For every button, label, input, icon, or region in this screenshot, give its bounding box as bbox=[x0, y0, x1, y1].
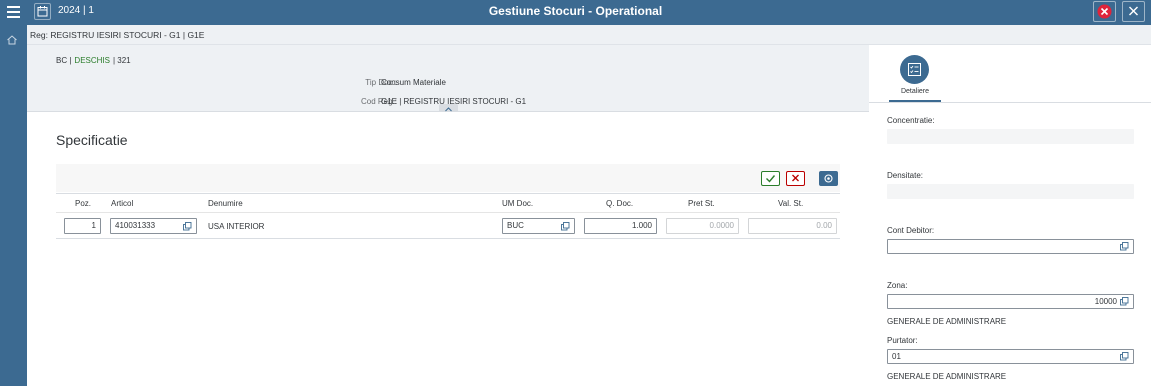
value-help-icon[interactable] bbox=[1120, 242, 1129, 251]
zona-value: 10000 bbox=[1094, 297, 1117, 306]
pret-st-input: 0.0000 bbox=[666, 218, 739, 234]
um-doc-input[interactable]: BUC bbox=[502, 218, 575, 234]
check-icon bbox=[766, 175, 776, 183]
cancel-button[interactable] bbox=[1093, 1, 1116, 22]
cont-debitor-label: Cont Debitor: bbox=[887, 226, 935, 235]
value-help-icon[interactable] bbox=[1120, 352, 1129, 361]
concentratie-field bbox=[887, 129, 1134, 144]
poz-input[interactable]: 1 bbox=[64, 218, 101, 234]
section-title: Specificatie bbox=[56, 132, 128, 148]
settings-icon bbox=[824, 174, 833, 183]
tip-doc-value: Consum Materiale bbox=[381, 78, 446, 87]
menu-icon[interactable] bbox=[3, 3, 23, 21]
col-um-doc[interactable]: UM Doc. bbox=[502, 199, 533, 208]
detail-side-panel: Detaliere Concentratie: Densitate: Cont … bbox=[869, 45, 1151, 386]
tab-selected-indicator bbox=[889, 100, 941, 102]
tab-detaliere[interactable]: Detaliere bbox=[889, 53, 941, 102]
col-q-doc[interactable]: Q. Doc. bbox=[606, 199, 633, 208]
um-doc-value: BUC bbox=[507, 221, 524, 230]
main-content: Specificatie Poz. Articol Denumire UM Do… bbox=[27, 112, 869, 386]
col-denumire[interactable]: Denumire bbox=[208, 199, 243, 208]
breadcrumb: Reg: REGISTRU IESIRI STOCURI - G1 | G1E bbox=[27, 25, 1151, 45]
home-icon[interactable] bbox=[6, 34, 18, 46]
articol-input[interactable]: 410031333 bbox=[110, 218, 197, 234]
app-title: Gestiune Stocuri - Operational bbox=[488, 4, 663, 18]
purtator-field[interactable]: 01 bbox=[887, 349, 1134, 364]
table-header: Poz. Articol Denumire UM Doc. Q. Doc. Pr… bbox=[56, 193, 840, 213]
reject-button[interactable] bbox=[786, 171, 805, 186]
denumire-text: USA INTERIOR bbox=[208, 222, 265, 231]
tip-doc-label: Tip Doc.: bbox=[365, 78, 397, 87]
doc-type-code: BC | bbox=[56, 56, 72, 65]
densitate-field bbox=[887, 184, 1134, 199]
cont-debitor-field[interactable] bbox=[887, 239, 1134, 254]
purtator-description: GENERALE DE ADMINISTRARE bbox=[887, 372, 1007, 381]
table-toolbar bbox=[56, 164, 840, 192]
value-help-icon[interactable] bbox=[1120, 297, 1129, 306]
shell-header: 2024 | 1 Gestiune Stocuri - Operational bbox=[0, 0, 1151, 25]
calendar-icon bbox=[37, 6, 48, 17]
cancel-circle-icon bbox=[1097, 4, 1112, 19]
zona-field[interactable]: 10000 bbox=[887, 294, 1134, 309]
table-row[interactable]: 1 410031333 USA INTERIOR BUC 1.000 0.000… bbox=[56, 213, 840, 239]
zona-description: GENERALE DE ADMINISTRARE bbox=[887, 317, 1007, 326]
document-number: | 321 bbox=[112, 56, 131, 65]
q-doc-input[interactable]: 1.000 bbox=[584, 218, 657, 234]
settings-button[interactable] bbox=[819, 171, 838, 186]
close-icon bbox=[792, 174, 799, 182]
value-help-icon[interactable] bbox=[561, 222, 570, 231]
densitate-label: Densitate: bbox=[887, 171, 924, 180]
col-poz[interactable]: Poz. bbox=[75, 199, 91, 208]
form-icon bbox=[900, 55, 929, 84]
zona-label: Zona: bbox=[887, 281, 908, 290]
col-articol[interactable]: Articol bbox=[111, 199, 133, 208]
articol-value: 410031333 bbox=[115, 221, 156, 230]
purtator-value: 01 bbox=[892, 352, 901, 361]
close-icon bbox=[1129, 6, 1138, 16]
fiscal-period[interactable]: 2024 | 1 bbox=[58, 5, 94, 16]
close-button[interactable] bbox=[1122, 1, 1145, 22]
value-help-icon[interactable] bbox=[183, 222, 192, 231]
breadcrumb-text: Reg: REGISTRU IESIRI STOCURI - G1 | G1E bbox=[30, 30, 205, 40]
concentratie-label: Concentratie: bbox=[887, 116, 935, 125]
calendar-button[interactable] bbox=[34, 3, 51, 20]
tab-label: Detaliere bbox=[900, 88, 929, 95]
col-val-st[interactable]: Val. St. bbox=[778, 199, 803, 208]
left-nav-strip bbox=[0, 25, 27, 386]
cod-reg-label: Cod Reg.: bbox=[360, 97, 397, 106]
document-status-line: BC | DESCHIS | 321 bbox=[56, 56, 131, 65]
purtator-label: Purtator: bbox=[887, 336, 918, 345]
side-panel-tabs: Detaliere bbox=[869, 45, 1151, 103]
document-header: BC | DESCHIS | 321 Tip Doc.: Consum Materi… bbox=[27, 45, 869, 115]
accept-button[interactable] bbox=[761, 171, 780, 186]
val-st-input: 0.00 bbox=[748, 218, 837, 234]
col-pret-st[interactable]: Pret St. bbox=[688, 199, 715, 208]
status-badge: DESCHIS bbox=[74, 56, 110, 65]
